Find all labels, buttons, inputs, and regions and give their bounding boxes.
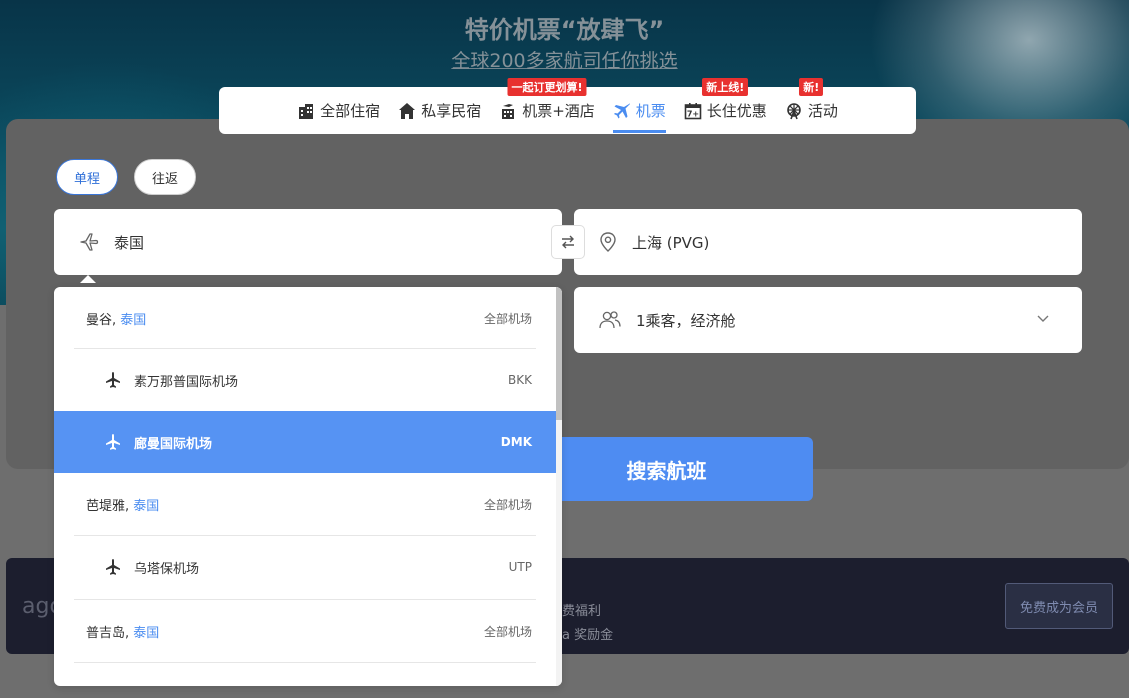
nav-tab-flight-hotel[interactable]: 一起订更划算! 机票+酒店 [499,78,595,134]
suggestion-code: 全部机场 [483,497,532,512]
scrollbar-thumb[interactable] [556,287,562,420]
hero-subtitle: 全球200多家航司任你挑选 [451,50,678,72]
nav-tab-homes[interactable]: 私享民宿 [398,87,481,134]
buildings-icon [299,103,314,119]
airplane-icon [106,434,120,450]
svg-text:7+: 7+ [687,109,699,118]
member-reward-text: a 奖励金 [562,628,614,643]
destination-field[interactable]: 上海 (PVG) [574,209,1082,275]
dropdown-caret [80,275,96,283]
suggestion-label: 廊曼国际机场 [134,436,213,452]
dropdown-scrollbar[interactable] [556,287,562,686]
location-pin-icon [600,232,616,252]
suggestion-label: 曼谷, 泰国 [86,312,147,328]
become-member-button[interactable]: 免费成为会员 [1005,583,1113,629]
swap-arrows-icon [562,235,574,249]
nav-tab-flights[interactable]: 机票 [612,87,666,134]
promo-badge: 一起订更划算! [507,78,587,96]
product-nav: 全部住宿 私享民宿 一起订更划算! 机票+酒店 机票 新上线! 7+ 长住优惠 … [219,78,916,134]
hotel-plane-icon [502,103,515,119]
destination-value: 上海 (PVG) [632,233,710,252]
origin-value: 泰国 [114,233,145,252]
suggestion-code: BKK [508,373,532,387]
airplane-icon [106,559,120,575]
nav-tab-label: 机票 [635,102,666,120]
nav-tab-label: 机票+酒店 [522,102,595,120]
nav-tab-events[interactable]: 新! 活动 [785,78,838,134]
nav-tab-label: 长住优惠 [706,102,767,120]
passengers-field[interactable]: 1乘客，经济舱 [574,287,1082,353]
nav-tab-label: 私享民宿 [421,102,482,120]
chevron-down-icon [1037,315,1049,322]
one-way-button[interactable]: 单程 [56,159,118,195]
search-flights-button[interactable]: 搜索航班 [520,437,813,501]
passengers-icon [599,311,621,329]
calendar-icon: 7+ [684,102,702,119]
suggestion-code: DMK [500,435,532,449]
takeoff-plane-icon [80,233,99,251]
round-trip-button[interactable]: 往返 [134,159,196,195]
suggestion-airport-utp[interactable]: 乌塔保机场 UTP [54,536,556,598]
nav-tab-long-stay[interactable]: 新上线! 7+ 长住优惠 [684,78,767,134]
suggestion-code: 全部机场 [483,311,532,326]
suggestion-label: 乌塔保机场 [134,561,200,577]
house-icon [399,102,416,119]
suggestion-label: 素万那普国际机场 [134,374,239,390]
origin-suggestions-dropdown: 曼谷, 泰国 全部机场 素万那普国际机场 BKK 廊曼国际机场 DMK 芭堤雅,… [54,287,562,686]
origin-field[interactable]: 泰国 [54,209,562,283]
suggestion-airport-dmk[interactable]: 廊曼国际机场 DMK [54,411,556,473]
airplane-icon [613,102,630,118]
suggestion-city-bangkok[interactable]: 曼谷, 泰国 全部机场 [54,287,556,349]
hero-title: 特价机票“放肆飞” [464,16,665,44]
swap-button[interactable] [551,225,585,259]
suggestion-code: UTP [508,560,532,574]
airplane-icon [106,372,120,388]
nav-tab-all-stays[interactable]: 全部住宿 [297,87,380,134]
nav-tab-label: 活动 [807,102,838,120]
suggestion-airport-bkk[interactable]: 素万那普国际机场 BKK [54,349,556,411]
suggestion-code: 全部机场 [483,624,532,639]
passengers-value: 1乘客，经济舱 [636,311,736,330]
nav-tab-label: 全部住宿 [320,102,381,120]
suggestion-city-pattaya[interactable]: 芭堤雅, 泰国 全部机场 [54,473,556,535]
divider [74,662,536,663]
new-badge: 新! [799,78,824,96]
new-badge: 新上线! [702,78,749,96]
suggestion-label: 普吉岛, 泰国 [86,625,160,641]
member-benefit-text: 费福利 [562,604,602,619]
suggestion-city-phuket[interactable]: 普吉岛, 泰国 全部机场 [54,600,556,662]
ferris-wheel-icon [787,102,801,119]
suggestion-label: 芭堤雅, 泰国 [86,498,160,514]
